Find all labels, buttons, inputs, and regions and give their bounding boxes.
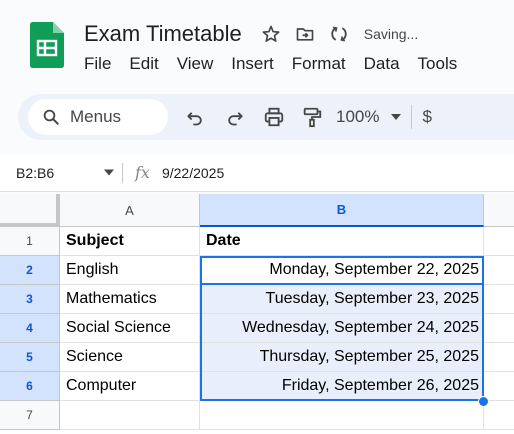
menu-tools[interactable]: Tools bbox=[418, 54, 458, 74]
cell-c6[interactable] bbox=[484, 372, 514, 401]
cell-b7[interactable] bbox=[200, 401, 484, 430]
cell-c7[interactable] bbox=[484, 401, 514, 430]
cell-b2[interactable]: Monday, September 22, 2025 bbox=[200, 256, 484, 285]
cell-a2[interactable]: English bbox=[60, 256, 200, 285]
sheets-logo-icon[interactable] bbox=[30, 22, 64, 68]
column-header-c[interactable] bbox=[484, 194, 514, 227]
star-icon[interactable] bbox=[260, 23, 282, 45]
print-icon[interactable] bbox=[260, 102, 288, 132]
row-header-4[interactable]: 4 bbox=[0, 314, 60, 343]
row-header-6[interactable]: 6 bbox=[0, 372, 60, 401]
search-icon bbox=[43, 109, 59, 125]
row-header-1[interactable]: 1 bbox=[0, 227, 60, 256]
menu-data[interactable]: Data bbox=[364, 54, 400, 74]
format-currency-button[interactable]: $ bbox=[422, 107, 431, 127]
zoom-value: 100% bbox=[336, 107, 380, 126]
cell-b1[interactable]: Date bbox=[200, 227, 484, 256]
cell-b6[interactable]: Friday, September 26, 2025 bbox=[200, 372, 484, 401]
row-header-5[interactable]: 5 bbox=[0, 343, 60, 372]
cell-b4[interactable]: Wednesday, September 24, 2025 bbox=[200, 314, 484, 343]
cell-a3[interactable]: Mathematics bbox=[60, 285, 200, 314]
toolbar-divider bbox=[411, 105, 413, 129]
column-header-a[interactable]: A bbox=[60, 194, 200, 227]
cell-c1[interactable] bbox=[484, 227, 514, 256]
column-header-b[interactable]: B bbox=[200, 194, 484, 227]
cell-a6[interactable]: Computer bbox=[60, 372, 200, 401]
cell-b5[interactable]: Thursday, September 25, 2025 bbox=[200, 343, 484, 372]
cell-a4[interactable]: Social Science bbox=[60, 314, 200, 343]
formula-input[interactable]: 9/22/2025 bbox=[162, 165, 224, 181]
cloud-sync-icon[interactable] bbox=[328, 23, 350, 45]
cell-c3[interactable] bbox=[484, 285, 514, 314]
title-row: Exam Timetable Saving... bbox=[84, 18, 418, 50]
fill-handle[interactable] bbox=[478, 396, 489, 407]
formula-divider bbox=[122, 162, 123, 183]
paint-format-icon[interactable] bbox=[298, 102, 326, 132]
toolbar: Menus 100% $ bbox=[18, 94, 514, 140]
menus-search-label: Menus bbox=[70, 107, 122, 126]
menu-insert[interactable]: Insert bbox=[231, 54, 274, 74]
select-all-corner[interactable] bbox=[0, 194, 60, 227]
cell-c2[interactable] bbox=[484, 256, 514, 285]
cell-a1[interactable]: Subject bbox=[60, 227, 200, 256]
cell-c5[interactable] bbox=[484, 343, 514, 372]
name-box[interactable]: B2:B6 bbox=[16, 165, 104, 181]
menu-view[interactable]: View bbox=[177, 54, 214, 74]
row-header-2[interactable]: 2 bbox=[0, 256, 60, 285]
function-icon: fx bbox=[135, 163, 150, 182]
chevron-down-icon bbox=[391, 114, 402, 120]
app-header: Exam Timetable Saving... File Edit View … bbox=[0, 0, 514, 88]
chevron-down-icon[interactable] bbox=[104, 169, 114, 176]
zoom-select[interactable]: 100% bbox=[336, 107, 402, 127]
menu-file[interactable]: File bbox=[84, 54, 111, 74]
cell-a5[interactable]: Science bbox=[60, 343, 200, 372]
menu-edit[interactable]: Edit bbox=[129, 54, 158, 74]
cell-b3[interactable]: Tuesday, September 23, 2025 bbox=[200, 285, 484, 314]
save-status: Saving... bbox=[363, 26, 419, 42]
undo-icon[interactable] bbox=[182, 102, 208, 132]
menus-search-button[interactable]: Menus bbox=[28, 99, 168, 135]
formula-bar: B2:B6 fx 9/22/2025 bbox=[0, 154, 514, 192]
document-title[interactable]: Exam Timetable bbox=[84, 21, 242, 47]
menu-bar: File Edit View Insert Format Data Tools bbox=[84, 52, 475, 76]
menu-format[interactable]: Format bbox=[292, 54, 346, 74]
redo-icon[interactable] bbox=[222, 102, 248, 132]
cell-a7[interactable] bbox=[60, 401, 200, 430]
spreadsheet-grid: A B 1 2 3 4 5 6 7 Subject Date English M… bbox=[0, 194, 514, 434]
row-header-7[interactable]: 7 bbox=[0, 401, 60, 430]
cell-c4[interactable] bbox=[484, 314, 514, 343]
move-to-folder-icon[interactable] bbox=[294, 23, 316, 45]
row-header-3[interactable]: 3 bbox=[0, 285, 60, 314]
